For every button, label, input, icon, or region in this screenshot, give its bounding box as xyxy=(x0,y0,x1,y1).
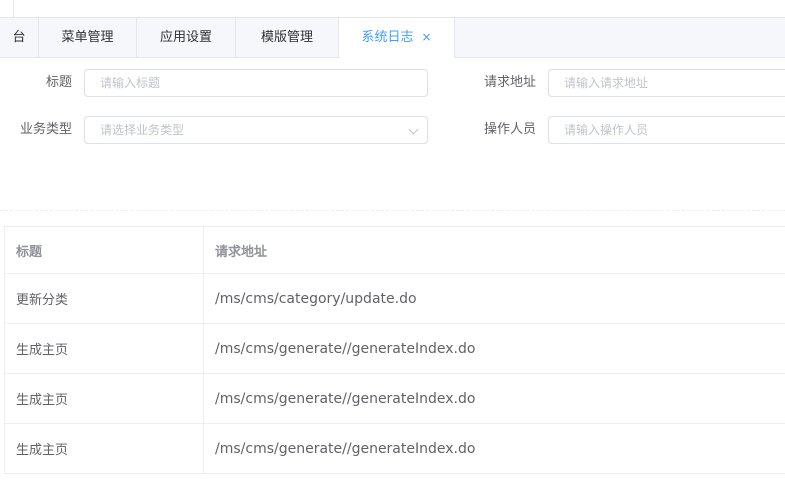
tab-label: 菜单管理 xyxy=(61,30,114,45)
cell-request-url: /ms/cms/generate//generateIndex.do xyxy=(215,340,476,357)
tab-label: 应用设置 xyxy=(159,30,212,45)
tab-app-settings[interactable]: 应用设置 xyxy=(137,18,236,57)
tab-label: 系统日志 xyxy=(361,30,414,45)
tab-dashboard[interactable]: 台 xyxy=(0,18,39,57)
title-label: 标题 xyxy=(45,75,72,90)
table-row[interactable]: 生成主页 /ms/cms/generate//generateIndex.do xyxy=(4,424,785,474)
header-request-url[interactable]: 请求地址 xyxy=(204,227,785,273)
request-url-input[interactable]: 请输入请求地址 xyxy=(548,69,785,97)
cell-title: 更新分类 xyxy=(4,274,204,323)
top-header-bar xyxy=(0,0,785,18)
operator-input[interactable]: 请输入操作人员 xyxy=(548,116,785,144)
table-row[interactable]: 生成主页 /ms/cms/generate//generateIndex.do xyxy=(4,324,785,374)
chevron-down-icon xyxy=(408,124,419,135)
table-row[interactable]: 更新分类 /ms/cms/category/update.do xyxy=(4,274,785,324)
form-divider xyxy=(0,210,785,211)
tab-template-management[interactable]: 模版管理 xyxy=(236,18,339,57)
cell-title: 生成主页 xyxy=(4,324,204,373)
cell-title: 生成主页 xyxy=(4,374,204,423)
request-url-label: 请求地址 xyxy=(483,75,536,90)
table-row[interactable]: 生成主页 /ms/cms/generate//generateIndex.do xyxy=(4,374,785,424)
cell-request-url: /ms/cms/category/update.do xyxy=(215,290,417,307)
header-title[interactable]: 标题 xyxy=(4,227,204,273)
cell-title: 生成主页 xyxy=(4,424,204,473)
table-header: 标题 请求地址 xyxy=(4,226,785,274)
tab-label: 模版管理 xyxy=(260,30,313,45)
business-type-select[interactable]: 请选择业务类型 xyxy=(84,116,428,144)
tab-menu-management[interactable]: 菜单管理 xyxy=(39,18,137,57)
cell-request-url: /ms/cms/generate//generateIndex.do xyxy=(215,390,476,407)
operator-label: 操作人员 xyxy=(483,122,536,137)
cell-request-url: /ms/cms/generate//generateIndex.do xyxy=(215,440,476,457)
tab-system-log[interactable]: 系统日志 × xyxy=(339,18,455,58)
tab-label: 台 xyxy=(12,30,26,45)
close-icon[interactable]: × xyxy=(421,18,431,57)
tab-bar: 台 菜单管理 应用设置 模版管理 系统日志 × xyxy=(0,18,785,58)
business-type-placeholder: 请选择业务类型 xyxy=(100,123,185,137)
business-type-label: 业务类型 xyxy=(19,122,72,137)
title-input[interactable]: 请输入标题 xyxy=(84,69,428,97)
header-divider xyxy=(13,0,14,17)
